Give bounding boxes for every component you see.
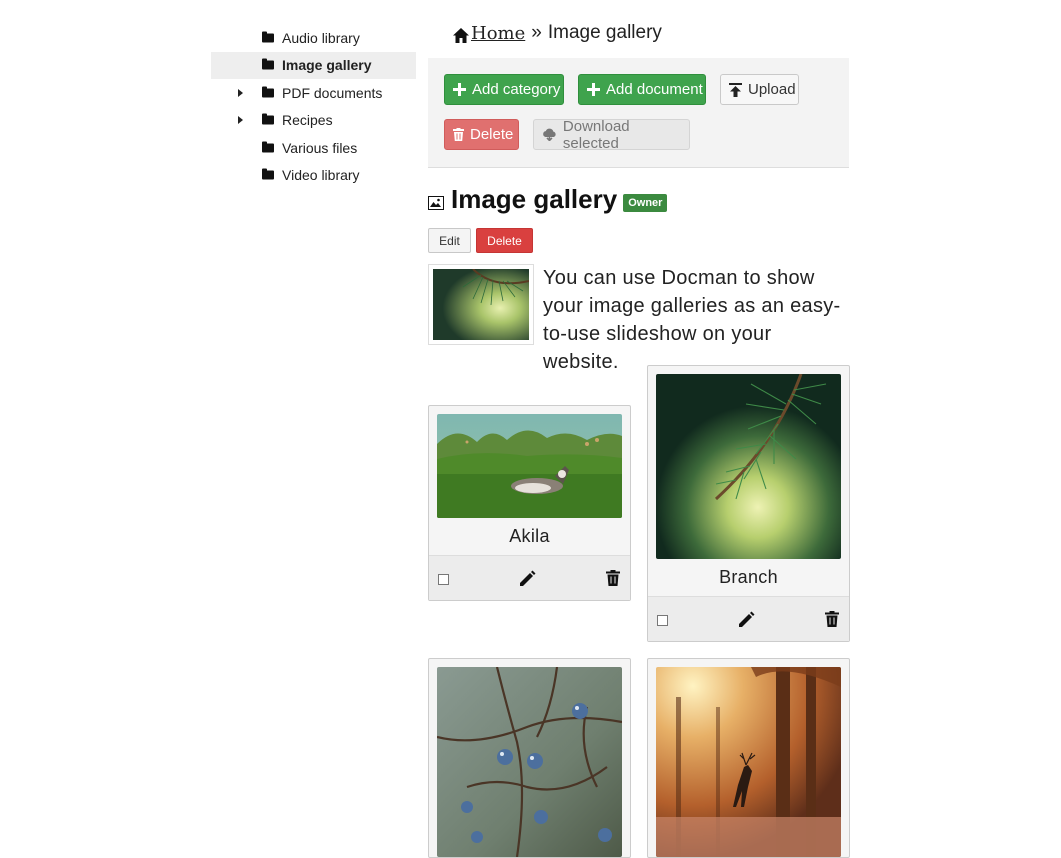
- add-category-label: Add category: [472, 81, 561, 98]
- caret-right-icon[interactable]: [238, 88, 243, 97]
- tree-item-audio-library[interactable]: Audio library: [211, 24, 416, 52]
- folder-icon: [262, 58, 274, 70]
- pencil-icon[interactable]: [736, 610, 756, 630]
- folder-icon: [262, 113, 274, 125]
- breadcrumb-current: Image gallery: [547, 22, 662, 43]
- breadcrumb-separator: »: [531, 22, 542, 43]
- delete-category-button[interactable]: Delete: [476, 228, 533, 253]
- home-icon: [453, 27, 469, 43]
- tree-item-recipes[interactable]: Recipes: [211, 107, 416, 135]
- plus-icon: [453, 83, 466, 96]
- trash-icon[interactable]: [606, 570, 620, 586]
- pine-branch-thumbnail-image: [433, 268, 530, 340]
- document-actions: [648, 596, 849, 641]
- category-thumbnail: [428, 264, 534, 345]
- trash-icon: [453, 128, 464, 141]
- tree-item-various-files[interactable]: Various files: [211, 134, 416, 162]
- folder-icon: [262, 86, 274, 98]
- document-actions: [429, 555, 630, 600]
- document-card-deer[interactable]: [647, 658, 850, 858]
- upload-label: Upload: [748, 81, 796, 98]
- tree-item-label: Recipes: [282, 112, 333, 129]
- image-icon: [428, 195, 444, 210]
- select-checkbox[interactable]: [438, 574, 449, 585]
- download-selected-label: Download selected: [562, 117, 630, 152]
- tree-item-image-gallery[interactable]: Image gallery: [211, 51, 416, 79]
- tree-item-label: Audio library: [282, 29, 360, 46]
- upload-icon: [729, 82, 742, 97]
- select-checkbox[interactable]: [657, 615, 668, 626]
- folder-icon: [262, 168, 274, 180]
- tree-item-label: Video library: [282, 167, 360, 184]
- toolbar: Add category Add document Upload Delete …: [428, 58, 849, 168]
- trash-icon[interactable]: [825, 611, 839, 627]
- deer-document-image[interactable]: [656, 667, 841, 857]
- breadcrumb-home-link[interactable]: Home: [452, 23, 525, 44]
- edit-category-button[interactable]: Edit: [428, 228, 471, 253]
- document-card-branch[interactable]: Branch: [647, 365, 850, 642]
- husky-document-image[interactable]: [437, 414, 622, 518]
- folder-icon: [262, 141, 274, 153]
- document-card-berries[interactable]: [428, 658, 631, 858]
- pencil-icon[interactable]: [517, 569, 537, 589]
- tree-item-pdf-documents[interactable]: PDF documents: [211, 79, 416, 107]
- breadcrumb: Home » Image gallery: [452, 22, 662, 44]
- document-title[interactable]: Akila: [429, 526, 630, 547]
- delete-selected-button[interactable]: Delete: [444, 119, 519, 150]
- tree-item-label: Image gallery: [282, 57, 372, 74]
- breadcrumb-home-label: Home: [471, 22, 526, 44]
- add-category-button[interactable]: Add category: [444, 74, 564, 105]
- tree-item-label: PDF documents: [282, 84, 383, 101]
- berries-document-image[interactable]: [437, 667, 622, 857]
- category-description: You can use Docman to show your image ga…: [543, 267, 841, 373]
- category-header: Image gallery Owner: [428, 184, 668, 215]
- upload-button[interactable]: Upload: [720, 74, 799, 105]
- document-card-akila[interactable]: Akila: [428, 405, 631, 601]
- page-title: Image gallery: [451, 184, 618, 214]
- delete-selected-label: Delete: [470, 126, 514, 143]
- plus-icon: [587, 83, 600, 96]
- caret-right-icon[interactable]: [238, 116, 243, 125]
- tree-item-video-library[interactable]: Video library: [211, 162, 416, 190]
- category-tree: Audio library Image gallery PDF document…: [211, 24, 416, 189]
- cloud-download-icon: [543, 128, 556, 141]
- download-selected-button[interactable]: Download selected: [533, 117, 690, 152]
- add-document-label: Add document: [606, 81, 703, 98]
- owner-badge: Owner: [623, 193, 668, 212]
- folder-icon: [262, 31, 274, 43]
- document-title[interactable]: Branch: [648, 567, 849, 588]
- pine-branch-document-image[interactable]: [656, 374, 841, 559]
- tree-item-label: Various files: [282, 139, 358, 156]
- add-document-button[interactable]: Add document: [578, 74, 706, 105]
